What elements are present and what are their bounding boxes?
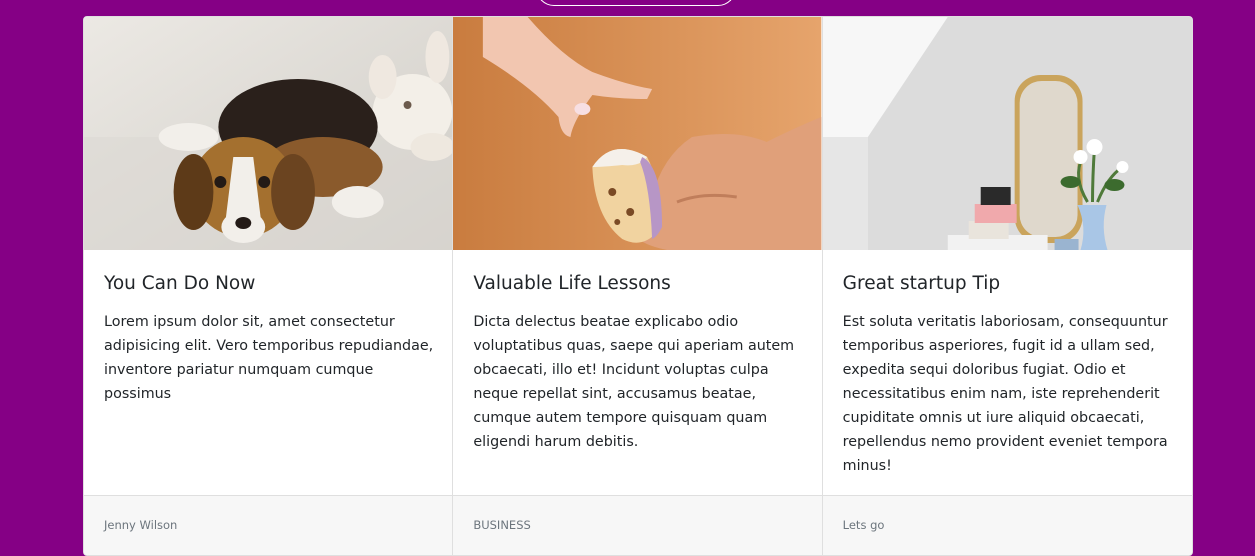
card-footer: BUSINESS	[453, 495, 822, 555]
card-image-mirror	[822, 17, 1192, 250]
card-title: Great startup Tip	[842, 273, 1001, 294]
card-text: Est soluta veritatis laboriosam, consequ…	[842, 314, 1168, 474]
card-footer-text: Lets go	[842, 518, 885, 532]
card-footer: Jenny Wilson	[84, 495, 453, 555]
card-image-cupcake	[453, 17, 822, 250]
card-3: Great startup Tip Est soluta veritatis l…	[822, 17, 1192, 555]
card-2: Valuable Life Lessons Dicta delectus bea…	[453, 17, 823, 555]
card-text: Dicta delectus beatae explicabo odio vol…	[473, 314, 795, 450]
card-title: You Can Do Now	[104, 273, 256, 294]
card-group: You Can Do Now Lorem ipsum dolor sit, am…	[83, 16, 1193, 556]
card-footer-text: Jenny Wilson	[104, 518, 178, 532]
card-text: Lorem ipsum dolor sit, amet consectetur …	[104, 314, 434, 402]
top-pill-button[interactable]	[536, 0, 736, 6]
card-footer: Lets go	[822, 495, 1192, 555]
card-footer-text: BUSINESS	[473, 518, 531, 532]
card-1: You Can Do Now Lorem ipsum dolor sit, am…	[84, 17, 454, 555]
card-image-dog	[84, 17, 453, 250]
card-title: Valuable Life Lessons	[473, 273, 671, 294]
